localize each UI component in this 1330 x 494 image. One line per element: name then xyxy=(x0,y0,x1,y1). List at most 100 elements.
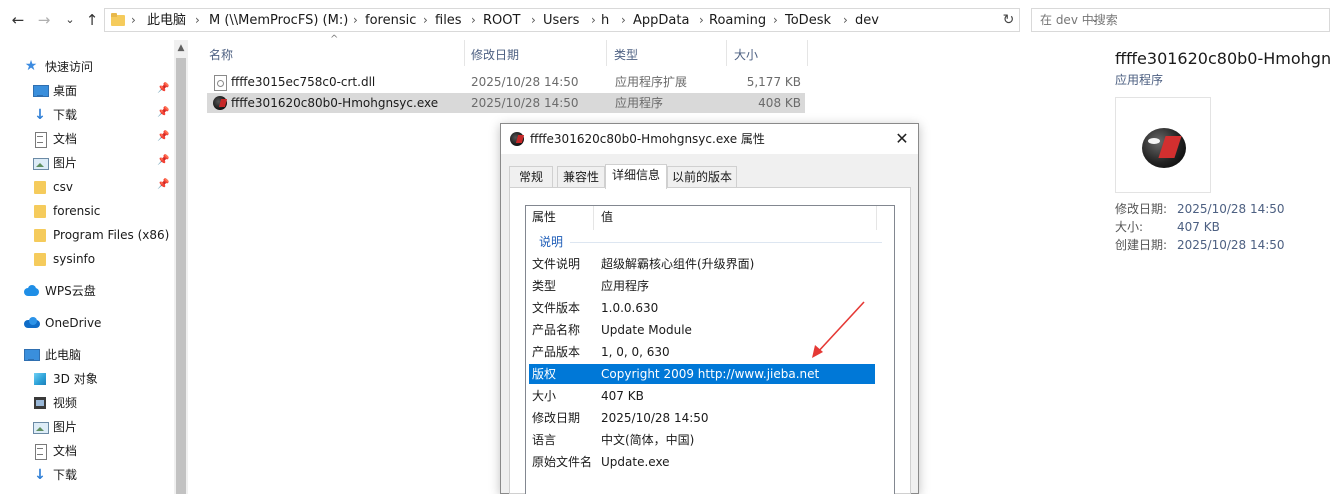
sidebar-item-downloads[interactable]: ↓ 下载 📌 xyxy=(0,104,172,126)
breadcrumb-separator[interactable]: › xyxy=(471,12,476,29)
property-row-selected[interactable]: 版权 Copyright 2009 http://www.jieba.net xyxy=(529,364,875,384)
tab-previous-versions[interactable]: 以前的版本 xyxy=(667,166,737,188)
breadcrumb-forensic[interactable]: forensic xyxy=(365,12,416,29)
breadcrumb-separator[interactable]: › xyxy=(773,12,778,29)
back-arrow-icon[interactable]: ← xyxy=(8,10,28,30)
breadcrumb-separator[interactable]: › xyxy=(621,12,626,29)
sidebar-item-pc-pictures[interactable]: 图片 xyxy=(0,416,172,438)
sidebar-item-sysinfo[interactable]: sysinfo xyxy=(0,248,172,270)
column-header-type[interactable]: 类型 xyxy=(614,44,638,66)
sidebar-item-onedrive[interactable]: OneDrive xyxy=(0,312,172,334)
scrollbar-thumb[interactable] xyxy=(176,58,186,494)
sidebar-item-wps-cloud[interactable]: WPS云盘 xyxy=(0,280,172,302)
file-row[interactable]: ffffe3015ec758c0-crt.dll 2025/10/28 14:5… xyxy=(207,72,805,92)
property-key: 原始文件名 xyxy=(532,455,593,469)
desktop-icon xyxy=(33,84,49,98)
pictures-icon xyxy=(33,156,49,170)
column-header-date[interactable]: 修改日期 xyxy=(471,44,519,66)
property-value: 1, 0, 0, 630 xyxy=(601,345,670,359)
sidebar-item-label: 3D 对象 xyxy=(53,372,98,386)
forward-arrow-icon[interactable]: → xyxy=(34,10,54,30)
column-divider[interactable] xyxy=(606,40,607,66)
breadcrumb-separator[interactable]: › xyxy=(591,12,596,29)
property-row[interactable]: 文件说明 超级解霸核心组件(升级界面) xyxy=(529,254,875,274)
sidebar-item-pc-downloads[interactable]: ↓ 下载 xyxy=(0,464,172,486)
details-key: 创建日期: xyxy=(1115,238,1168,252)
sidebar-item-label: forensic xyxy=(53,204,101,218)
file-row-selected[interactable]: ffffe301620c80b0-Hmohgnsyc.exe 2025/10/2… xyxy=(207,93,805,113)
breadcrumb-separator[interactable]: › xyxy=(195,12,200,29)
breadcrumb-separator[interactable]: › xyxy=(699,12,704,29)
breadcrumb-users[interactable]: Users xyxy=(543,12,579,29)
breadcrumb-todesk[interactable]: ToDesk xyxy=(785,12,831,29)
tab-general[interactable]: 常规 xyxy=(509,166,553,188)
property-row[interactable]: 修改日期 2025/10/28 14:50 xyxy=(529,408,875,428)
property-row[interactable]: 原始文件名 Update.exe xyxy=(529,452,875,472)
breadcrumb-roaming[interactable]: Roaming xyxy=(709,12,766,29)
sidebar-item-forensic[interactable]: forensic xyxy=(0,200,172,222)
column-header-size[interactable]: 大小 xyxy=(734,44,758,66)
breadcrumb-separator[interactable]: › xyxy=(131,12,136,29)
breadcrumb-dev[interactable]: dev xyxy=(855,12,879,29)
property-key: 产品版本 xyxy=(532,345,581,359)
file-name: ffffe3015ec758c0-crt.dll xyxy=(231,75,376,89)
address-bar[interactable]: › 此电脑 › M (\\MemProcFS) (M:) › forensic … xyxy=(104,8,1099,32)
sidebar-item-desktop[interactable]: 桌面 📌 xyxy=(0,80,172,102)
column-divider[interactable] xyxy=(593,206,594,230)
details-value: 2025/10/28 14:50 xyxy=(1177,202,1285,216)
close-icon[interactable]: ✕ xyxy=(889,126,915,152)
property-row[interactable]: 大小 407 KB xyxy=(529,386,875,406)
dll-file-icon xyxy=(213,75,227,91)
search-input[interactable] xyxy=(1040,12,1320,28)
column-divider[interactable] xyxy=(726,40,727,66)
column-header-name[interactable]: 名称 xyxy=(209,44,233,66)
breadcrumb-this-pc[interactable]: 此电脑 xyxy=(147,12,186,29)
file-date: 2025/10/28 14:50 xyxy=(471,75,579,89)
breadcrumb-separator[interactable]: › xyxy=(353,12,358,29)
up-arrow-icon[interactable]: ↑ xyxy=(82,10,102,30)
sidebar-item-pictures[interactable]: 图片 📌 xyxy=(0,152,172,174)
scroll-up-arrow-icon[interactable]: ▲ xyxy=(174,43,188,53)
sidebar-item-program-files-x86[interactable]: Program Files (x86) xyxy=(0,224,172,246)
sidebar-item-this-pc[interactable]: 此电脑 xyxy=(0,344,172,366)
breadcrumb-appdata[interactable]: AppData xyxy=(633,12,689,29)
property-row[interactable]: 类型 应用程序 xyxy=(529,276,875,296)
sidebar-item-csv[interactable]: csv 📌 xyxy=(0,176,172,198)
sort-ascending-icon: ^ xyxy=(330,34,339,45)
sidebar-item-quick-access[interactable]: ★ 快速访问 xyxy=(0,56,172,78)
property-column-header[interactable]: 属性 xyxy=(532,206,556,230)
sidebar-item-documents[interactable]: 文档 📌 xyxy=(0,128,172,150)
folder-icon xyxy=(33,252,47,266)
dialog-tabs: 常规 兼容性 详细信息 以前的版本 xyxy=(509,164,909,189)
details-thumbnail xyxy=(1115,97,1211,193)
dialog-title-bar[interactable]: ffffe301620c80b0-Hmohgnsyc.exe 属性 ✕ xyxy=(501,124,918,154)
breadcrumb-separator[interactable]: › xyxy=(843,12,848,29)
column-divider[interactable] xyxy=(807,40,808,66)
breadcrumb-h[interactable]: h xyxy=(601,12,609,29)
sidebar-item-videos[interactable]: 视频 xyxy=(0,392,172,414)
column-divider[interactable] xyxy=(876,206,877,230)
sidebar-scrollbar[interactable]: ▲ xyxy=(174,40,188,494)
breadcrumb-drive-m[interactable]: M (\\MemProcFS) (M:) xyxy=(209,12,348,29)
property-key: 类型 xyxy=(532,279,557,293)
tab-compatibility[interactable]: 兼容性 xyxy=(557,166,605,188)
property-row[interactable]: 语言 中文(简体，中国) xyxy=(529,430,875,450)
column-divider[interactable] xyxy=(464,40,465,66)
search-box[interactable] xyxy=(1031,8,1330,32)
refresh-icon[interactable]: ↻ xyxy=(998,8,1020,32)
breadcrumb-files[interactable]: files xyxy=(435,12,462,29)
property-value: 中文(简体，中国) xyxy=(601,433,695,447)
property-value: Update.exe xyxy=(601,455,670,469)
recent-locations-chevron-icon[interactable]: ⌄ xyxy=(60,10,80,30)
annotation-arrow-icon xyxy=(812,301,865,358)
breadcrumb-separator[interactable]: › xyxy=(531,12,536,29)
value-column-header[interactable]: 值 xyxy=(601,206,613,230)
breadcrumb-separator[interactable]: › xyxy=(423,12,428,29)
tab-details[interactable]: 详细信息 xyxy=(605,164,667,189)
sidebar-item-3d-objects[interactable]: 3D 对象 xyxy=(0,368,172,390)
sidebar-item-label: 文档 xyxy=(53,444,78,458)
property-key: 语言 xyxy=(532,433,557,447)
sidebar-item-label: 快速访问 xyxy=(45,60,94,74)
breadcrumb-root[interactable]: ROOT xyxy=(483,12,520,29)
sidebar-item-pc-documents[interactable]: 文档 xyxy=(0,440,172,462)
